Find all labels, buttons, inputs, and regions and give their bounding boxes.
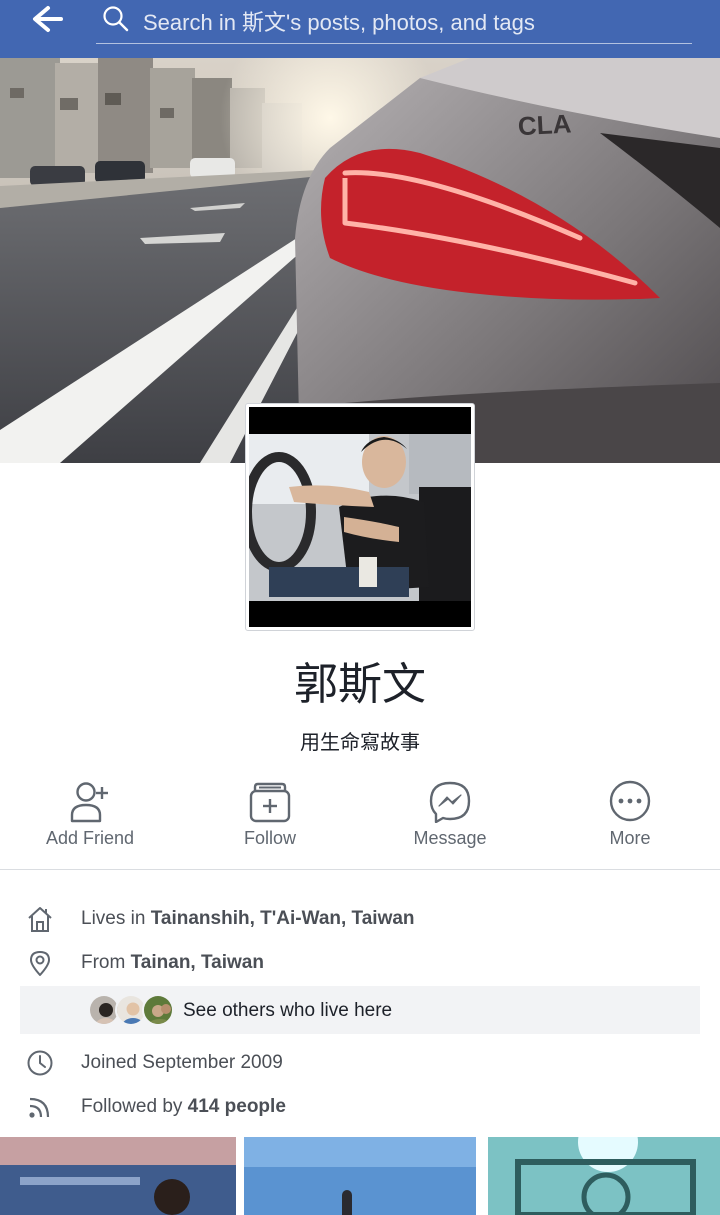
clock-icon: [26, 1049, 54, 1077]
joined-row: Joined September 2009: [0, 1043, 720, 1083]
followed-by-prefix: Followed by: [81, 1096, 188, 1117]
avatar: [142, 994, 174, 1026]
top-bar: Search in 斯文's posts, photos, and tags: [0, 0, 720, 58]
see-others-text: See others who live here: [183, 1000, 393, 1021]
from-prefix: From: [81, 952, 131, 973]
svg-text:CLA: CLA: [517, 108, 572, 141]
profile-actions: Add Friend Follow Message More: [0, 775, 720, 870]
profile-photo: [249, 407, 471, 627]
profile-picture[interactable]: [245, 403, 475, 631]
lives-in-row: Lives in Tainanshih, T'Ai-Wan, Taiwan: [0, 899, 720, 939]
search-placeholder: Search in 斯文's posts, photos, and tags: [143, 10, 535, 35]
from-row: From Tainan, Taiwan: [0, 943, 720, 983]
more-button[interactable]: More: [540, 775, 720, 865]
back-arrow-icon[interactable]: [28, 4, 68, 34]
rss-feed-icon: [26, 1093, 54, 1121]
search-input[interactable]: Search in 斯文's posts, photos, and tags: [96, 0, 692, 44]
followers-count[interactable]: 414 people: [188, 1096, 286, 1117]
lives-in-value[interactable]: Tainanshih, T'Ai-Wan, Taiwan: [151, 908, 415, 929]
location-pin-icon: [26, 949, 54, 977]
profile-bio: 用生命寫故事: [300, 732, 420, 754]
photo-thumbnail[interactable]: [0, 1137, 236, 1215]
resident-avatars: [88, 994, 178, 1026]
lives-in-prefix: Lives in: [81, 908, 151, 929]
followed-by-row: Followed by 414 people: [0, 1087, 720, 1127]
lives-in-text: Lives in Tainanshih, T'Ai-Wan, Taiwan: [81, 908, 415, 930]
follow-icon: [249, 779, 291, 823]
photo-strip: [0, 1137, 720, 1215]
message-button[interactable]: Message: [360, 775, 540, 865]
message-label: Message: [413, 828, 487, 848]
add-friend-icon: [69, 779, 111, 823]
home-icon: [26, 905, 54, 933]
from-text: From Tainan, Taiwan: [81, 952, 264, 974]
joined-text: Joined September 2009: [81, 1052, 283, 1073]
search-icon: [102, 5, 130, 33]
profile-name: 郭斯文: [294, 660, 426, 709]
follow-button[interactable]: Follow: [180, 775, 360, 865]
add-friend-label: Add Friend: [45, 828, 135, 848]
more-label: More: [609, 828, 651, 848]
photo-thumbnail[interactable]: [244, 1137, 476, 1215]
add-friend-button[interactable]: Add Friend: [0, 775, 180, 865]
see-others-who-live-here[interactable]: See others who live here: [20, 986, 700, 1034]
photo-thumbnail[interactable]: [488, 1137, 720, 1215]
from-value[interactable]: Tainan, Taiwan: [131, 952, 264, 973]
more-icon: [609, 779, 651, 823]
followed-by-text: Followed by 414 people: [81, 1096, 286, 1118]
follow-label: Follow: [243, 828, 296, 848]
messenger-icon: [429, 779, 471, 824]
